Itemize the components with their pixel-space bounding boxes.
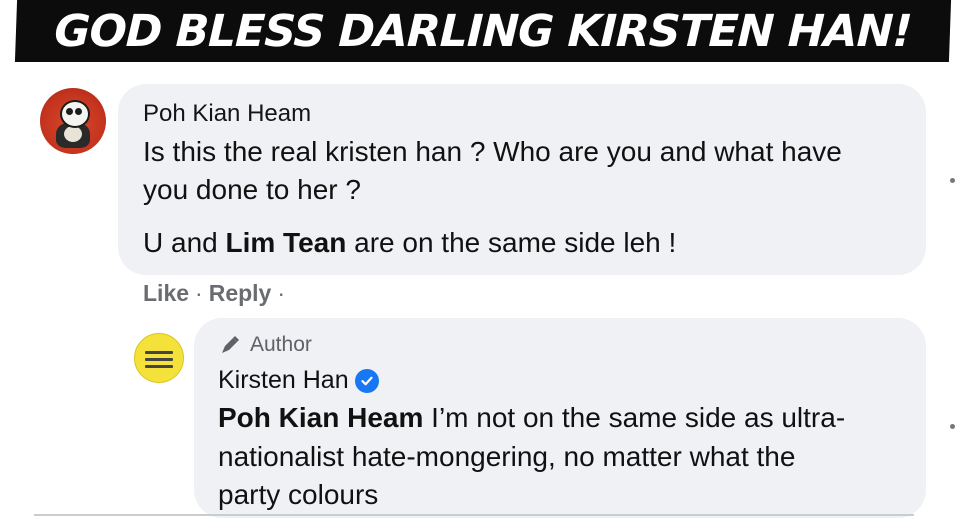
avatar-kirsten-han[interactable] bbox=[134, 333, 184, 383]
reply-text-line-2: nationalist hate-mongering, no matter wh… bbox=[218, 441, 796, 472]
verified-badge-icon bbox=[354, 368, 379, 393]
comment-text-line-1: Is this the real kristen han ? Who are y… bbox=[143, 136, 842, 167]
avatar-poh-kian-heam[interactable] bbox=[40, 88, 106, 154]
pen-icon bbox=[222, 336, 239, 353]
author-badge: Author bbox=[218, 333, 312, 357]
avatar-logo-line bbox=[145, 365, 173, 368]
banner-title: GOD BLESS DARLING KIRSTEN HAN! bbox=[14, 0, 952, 62]
comment-text-line-2: you done to her ? bbox=[143, 174, 361, 205]
avatar-logo-line bbox=[145, 351, 173, 354]
comment-text-segment: U and bbox=[143, 227, 226, 258]
avatar-figure-face bbox=[60, 100, 90, 128]
comment-text-segment: are on the same side leh ! bbox=[346, 227, 677, 258]
avatar-figure-eye-right bbox=[75, 108, 82, 115]
mention-poh-kian-heam[interactable]: Poh Kian Heam bbox=[218, 402, 423, 433]
reply-author-name[interactable]: Kirsten Han bbox=[218, 366, 349, 395]
reply-author: Kirsten Han bbox=[218, 366, 379, 395]
more-options-icon[interactable] bbox=[950, 424, 955, 429]
mention-lim-tean[interactable]: Lim Tean bbox=[226, 227, 347, 258]
reply-button[interactable]: Reply bbox=[209, 280, 272, 306]
author-badge-label: Author bbox=[250, 333, 312, 356]
comment-actions: Like · Reply · bbox=[143, 280, 291, 307]
reply-text-segment: I’m not on the same side as ultra- bbox=[423, 402, 846, 433]
reply-text-line-1: Poh Kian Heam I’m not on the same side a… bbox=[218, 402, 845, 434]
like-button[interactable]: Like bbox=[143, 280, 189, 306]
reply-text-line-3: party colours bbox=[218, 479, 379, 510]
comment-author-name[interactable]: Poh Kian Heam bbox=[143, 100, 311, 128]
avatar-figure-eye-left bbox=[66, 108, 73, 115]
more-options-icon[interactable] bbox=[950, 178, 955, 183]
avatar-logo-line bbox=[145, 358, 173, 361]
action-separator: · bbox=[277, 280, 286, 306]
comment-text-line-3: U and Lim Tean are on the same side leh … bbox=[143, 227, 676, 259]
avatar-figure-belly bbox=[64, 126, 82, 142]
action-separator: · bbox=[195, 280, 203, 306]
